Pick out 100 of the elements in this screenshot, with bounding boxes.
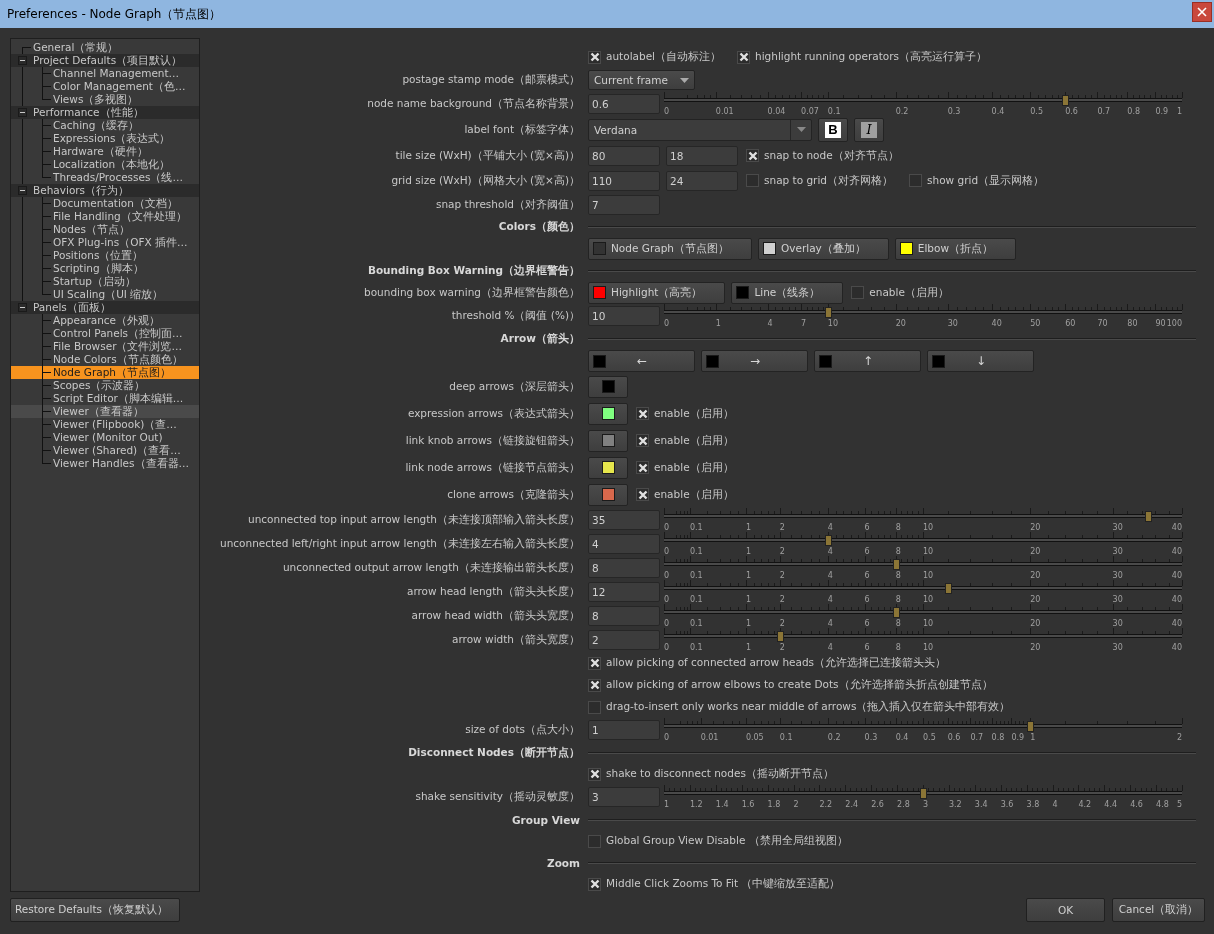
- input-field[interactable]: 80: [588, 145, 660, 166]
- checkbox[interactable]: [588, 678, 601, 692]
- input-field[interactable]: 2: [588, 630, 660, 650]
- tree-item[interactable]: File Browser（文件浏览…: [11, 340, 199, 353]
- tree-item[interactable]: File Handling（文件处理）: [11, 210, 199, 223]
- tree-item[interactable]: Positions（位置）: [11, 249, 199, 262]
- checkbox[interactable]: [746, 174, 759, 187]
- tree-item[interactable]: General（常规）: [11, 41, 199, 54]
- tree-item[interactable]: Color Management（色…: [11, 80, 199, 93]
- color-button[interactable]: [588, 429, 628, 452]
- tree-item[interactable]: Viewer（查看器）: [11, 405, 199, 418]
- slider-thumb[interactable]: [1145, 511, 1153, 522]
- tree-item[interactable]: Localization（本地化）: [11, 158, 199, 171]
- checkbox[interactable]: [636, 407, 649, 420]
- collapse-icon[interactable]: [18, 186, 27, 195]
- checkbox[interactable]: [588, 767, 601, 781]
- input-field[interactable]: 0.6: [588, 94, 660, 114]
- collapse-icon[interactable]: [18, 108, 27, 117]
- bold-button[interactable]: B: [818, 117, 848, 142]
- ok-button[interactable]: OK: [1026, 898, 1105, 922]
- checkbox[interactable]: [909, 174, 922, 187]
- checkbox[interactable]: [636, 461, 649, 474]
- slider-thumb[interactable]: [892, 559, 900, 570]
- color-button[interactable]: Elbow（折点）: [894, 237, 1016, 260]
- tree-item[interactable]: Viewer (Shared)（查看…: [11, 444, 199, 457]
- slider-thumb[interactable]: [824, 307, 832, 318]
- input-field[interactable]: 110: [588, 170, 660, 191]
- color-button[interactable]: [588, 456, 628, 479]
- italic-button[interactable]: I: [854, 117, 884, 142]
- tree-item[interactable]: Caching（缓存）: [11, 119, 199, 132]
- slider-thumb[interactable]: [1027, 721, 1035, 732]
- arrow-button[interactable]: ↑: [814, 350, 921, 372]
- color-button[interactable]: [588, 375, 628, 398]
- checkbox[interactable]: [636, 488, 649, 501]
- slider-track[interactable]: [664, 511, 1182, 522]
- slider-track[interactable]: [664, 631, 1182, 642]
- input-field[interactable]: 35: [588, 510, 660, 530]
- checkbox[interactable]: [746, 149, 759, 162]
- input-field[interactable]: 3: [588, 787, 660, 807]
- color-button[interactable]: Overlay（叠加）: [757, 237, 889, 260]
- color-button[interactable]: [588, 402, 628, 425]
- tree-item[interactable]: Startup（启动）: [11, 275, 199, 288]
- slider-thumb[interactable]: [944, 583, 952, 594]
- input-field[interactable]: 18: [666, 145, 738, 166]
- arrow-button[interactable]: ↓: [927, 350, 1034, 372]
- tree-item[interactable]: Expressions（表达式）: [11, 132, 199, 145]
- slider-thumb[interactable]: [920, 788, 927, 799]
- tree-item[interactable]: Appearance（外观）: [11, 314, 199, 327]
- checkbox[interactable]: [588, 50, 601, 64]
- slider-track[interactable]: [664, 607, 1182, 618]
- tree-item[interactable]: Hardware（硬件）: [11, 145, 199, 158]
- slider-thumb[interactable]: [1062, 95, 1070, 106]
- slider-thumb[interactable]: [892, 607, 900, 618]
- input-field[interactable]: 8: [588, 558, 660, 578]
- tree-item[interactable]: Node Graph（节点图）: [11, 366, 199, 379]
- dropdown[interactable]: Current frame: [588, 70, 695, 90]
- tree-item[interactable]: Script Editor（脚本编辑…: [11, 392, 199, 405]
- input-field[interactable]: 1: [588, 720, 660, 740]
- color-button[interactable]: Node Graph（节点图）: [588, 237, 752, 260]
- close-button[interactable]: [1192, 2, 1212, 22]
- slider-track[interactable]: [664, 583, 1182, 594]
- tree-item[interactable]: Scopes（示波器）: [11, 379, 199, 392]
- tree-item[interactable]: Viewer (Monitor Out): [11, 431, 199, 444]
- tree-item[interactable]: Behaviors（行为）: [11, 184, 199, 197]
- arrow-button[interactable]: →: [701, 350, 808, 372]
- input-field[interactable]: 8: [588, 606, 660, 626]
- arrow-button[interactable]: ←: [588, 350, 695, 372]
- tree-item[interactable]: Panels（面板）: [11, 301, 199, 314]
- tree-item[interactable]: Threads/Processes（线…: [11, 171, 199, 184]
- color-button[interactable]: Line（线条）: [731, 281, 844, 304]
- slider-track[interactable]: [664, 559, 1182, 570]
- input-field[interactable]: 10: [588, 306, 660, 326]
- tree-item[interactable]: Control Panels（控制面…: [11, 327, 199, 340]
- slider-track[interactable]: [664, 307, 1182, 318]
- input-field[interactable]: 7: [588, 194, 660, 215]
- input-field[interactable]: 24: [666, 170, 738, 191]
- tree-item[interactable]: Performance（性能）: [11, 106, 199, 119]
- checkbox[interactable]: [588, 834, 601, 848]
- tree-item[interactable]: OFX Plug-ins（OFX 插件…: [11, 236, 199, 249]
- checkbox[interactable]: [737, 50, 751, 64]
- color-button[interactable]: Highlight（高亮）: [588, 281, 726, 304]
- color-button[interactable]: [588, 483, 628, 506]
- tree-item[interactable]: Node Colors（节点颜色）: [11, 353, 199, 366]
- tree-item[interactable]: Viewer (Flipbook)（查…: [11, 418, 199, 431]
- checkbox[interactable]: [588, 700, 601, 714]
- cancel-button[interactable]: Cancel（取消）: [1112, 898, 1205, 922]
- slider-track[interactable]: [664, 95, 1182, 106]
- checkbox[interactable]: [588, 877, 601, 891]
- tree-item[interactable]: Views（多视图）: [11, 93, 199, 106]
- collapse-icon[interactable]: [18, 56, 27, 65]
- tree-item[interactable]: Documentation（文档）: [11, 197, 199, 210]
- tree-item[interactable]: UI Scaling（UI 缩放）: [11, 288, 199, 301]
- collapse-icon[interactable]: [18, 303, 27, 312]
- tree-item[interactable]: Channel Management…: [11, 67, 199, 80]
- slider-track[interactable]: [664, 788, 1182, 799]
- tree-item[interactable]: Nodes（节点）: [11, 223, 199, 236]
- tree-item[interactable]: Project Defaults（项目默认）: [11, 54, 199, 67]
- dropdown[interactable]: Verdana: [588, 118, 812, 141]
- restore-defaults-button[interactable]: Restore Defaults（恢复默认）: [10, 898, 180, 922]
- tree-item[interactable]: Viewer Handles（查看器…: [11, 457, 199, 470]
